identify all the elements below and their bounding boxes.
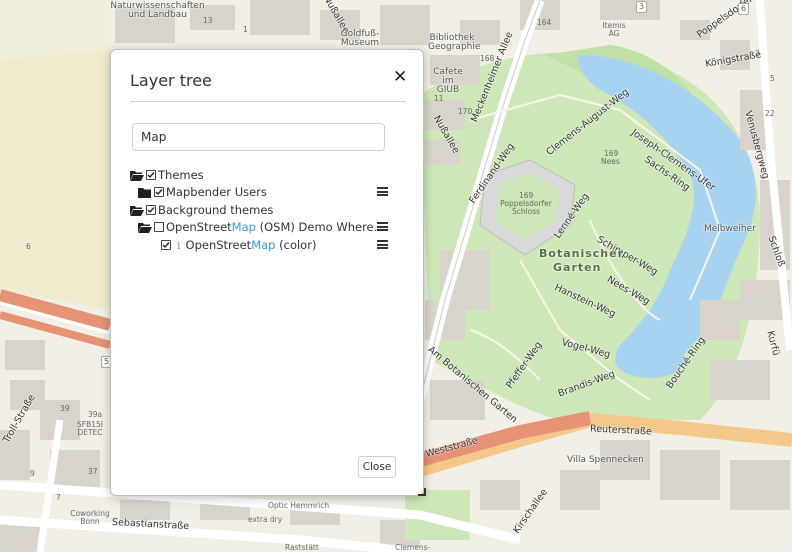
info-icon[interactable]: i xyxy=(177,239,181,252)
house-number: 13 xyxy=(203,16,213,25)
tree-node-label: Mapbender Users xyxy=(166,185,267,199)
themes-checkbox[interactable] xyxy=(146,170,156,180)
house-number: 164 xyxy=(537,18,552,27)
osm-color-checkbox[interactable] xyxy=(161,240,171,250)
layer-search-input[interactable] xyxy=(132,123,385,151)
place-label: Melbweiher xyxy=(704,224,756,234)
place-label: Cafete im GIUB xyxy=(433,67,463,95)
place-label: extra dry xyxy=(248,515,283,524)
tree-node-label: OpenStreetMap (OSM) Demo Where… xyxy=(166,220,386,234)
place-label: Goldfuß-Museum xyxy=(340,29,380,48)
place-label: Optic Hemmrich xyxy=(268,501,330,510)
place-label: Clemens- xyxy=(395,543,431,552)
close-icon[interactable]: ✕ xyxy=(393,67,407,87)
folder-open-icon[interactable] xyxy=(138,222,152,233)
layer-menu-icon[interactable] xyxy=(377,240,388,249)
title-divider xyxy=(130,101,406,102)
house-number: 37 xyxy=(88,467,98,476)
route-shield: 6 xyxy=(738,3,750,15)
house-number: 5 xyxy=(770,74,775,83)
resize-handle[interactable] xyxy=(418,488,426,496)
tree-node-label: Themes xyxy=(158,168,204,182)
place-label: SFB15I DETEC xyxy=(77,420,103,437)
place-label: Villa Spennecken xyxy=(567,455,644,465)
place-label: Garten xyxy=(553,261,602,274)
tree-node-label: Background themes xyxy=(158,203,274,217)
house-number: 39 xyxy=(60,404,70,413)
place-label: Nees xyxy=(601,157,620,166)
house-number: 9 xyxy=(30,469,35,478)
folder-open-icon[interactable] xyxy=(130,170,144,181)
house-number: 169 xyxy=(604,149,619,158)
house-number: 7 xyxy=(56,493,61,502)
house-number: 168 xyxy=(480,54,495,63)
dialog-title: Layer tree xyxy=(130,71,212,90)
house-number: 1 xyxy=(243,25,248,34)
house-number: 39a xyxy=(88,410,103,419)
place-label: Bibliothek Geographie xyxy=(428,33,481,52)
house-number: 170 xyxy=(458,107,473,116)
place-label: Poppelsdorfer Schloss xyxy=(500,199,552,216)
tree-node-label: OpenStreetMap (color) xyxy=(185,238,317,252)
layer-tree-dialog: Layer tree ✕ Themes Mapbender Users Back… xyxy=(110,49,426,496)
tree-node-osm-demo[interactable]: OpenStreetMap (OSM) Demo Where… xyxy=(138,219,385,235)
background-themes-checkbox[interactable] xyxy=(146,205,156,215)
place-label: Raststätt xyxy=(285,543,319,552)
osm-demo-checkbox[interactable] xyxy=(154,222,164,232)
close-button[interactable]: Close xyxy=(358,456,396,478)
tree-node-osm-color[interactable]: i OpenStreetMap (color) xyxy=(161,237,316,253)
tree-node-mapbender-users[interactable]: Mapbender Users xyxy=(138,184,267,200)
folder-open-icon[interactable] xyxy=(130,205,144,216)
folder-closed-icon[interactable] xyxy=(138,187,152,198)
house-number: 11 xyxy=(434,94,444,103)
place-label: Itemis AG xyxy=(602,21,626,38)
house-number: 22 xyxy=(765,109,775,118)
house-number: 169 xyxy=(519,191,534,200)
route-shield: 3 xyxy=(636,1,648,13)
place-label: Botanischer xyxy=(539,247,625,260)
house-number: 3 xyxy=(755,49,760,58)
tree-node-themes[interactable]: Themes xyxy=(130,167,204,183)
tree-node-background-themes[interactable]: Background themes xyxy=(130,202,273,218)
place-label: Coworking Bonn xyxy=(70,509,110,526)
layer-menu-icon[interactable] xyxy=(377,187,388,196)
layer-menu-icon[interactable] xyxy=(377,222,388,231)
house-number: 6 xyxy=(26,242,31,251)
place-label: Naturwissenschaften und Landbau xyxy=(110,1,205,20)
mapbender-users-checkbox[interactable] xyxy=(154,187,164,197)
